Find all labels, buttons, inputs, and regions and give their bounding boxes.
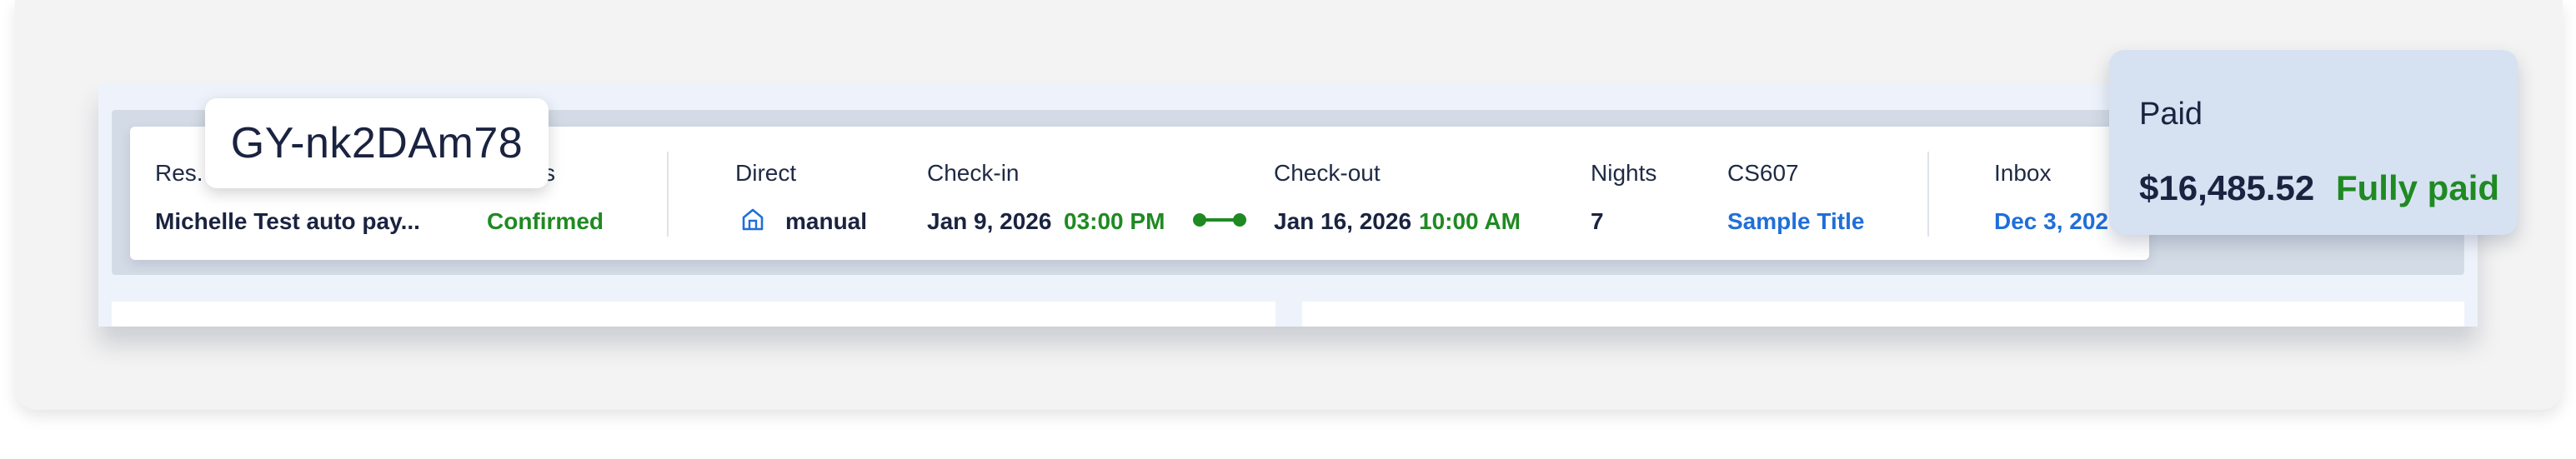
reservation-id-tooltip: GY-nk2DAm78: [205, 98, 549, 188]
timeline-connector-icon: [1193, 213, 1246, 227]
payment-status: Fully paid: [2336, 168, 2500, 207]
channel-value: manual: [785, 208, 868, 234]
left-content-pane: [112, 302, 1275, 327]
reservation-id-text: GY-nk2DAm78: [230, 119, 524, 167]
checkout-label: Check-out: [1274, 160, 1381, 186]
res-label: Res.: [155, 160, 203, 186]
checkin-label: Check-in: [927, 160, 1020, 186]
listing-code-label: CS607: [1727, 160, 1799, 186]
inbox-date-link[interactable]: Dec 3, 202: [1994, 208, 2108, 235]
channel-label: Direct: [735, 160, 797, 186]
nights-label: Nights: [1591, 160, 1657, 186]
inbox-label: Inbox: [1994, 160, 2052, 186]
payment-title: Paid: [2139, 97, 2203, 132]
house-icon: [742, 208, 764, 231]
checkout-time: 10:00 AM: [1419, 208, 1521, 234]
guest-name[interactable]: Michelle Test auto pay...: [155, 208, 420, 235]
checkout-date: Jan 16, 2026: [1274, 208, 1412, 234]
payment-summary-card: Paid $16,485.52 Fully paid: [2109, 50, 2518, 235]
divider: [1927, 152, 1929, 237]
checkin-time: 03:00 PM: [1064, 208, 1165, 234]
listing-title-link[interactable]: Sample Title: [1727, 208, 1864, 235]
nights-value: 7: [1591, 208, 1604, 234]
divider: [667, 152, 669, 237]
right-content-pane: [1302, 302, 2464, 327]
status-badge: Confirmed: [487, 208, 604, 234]
payment-amount: $16,485.52: [2139, 168, 2315, 207]
checkin-date: Jan 9, 2026: [927, 208, 1052, 234]
